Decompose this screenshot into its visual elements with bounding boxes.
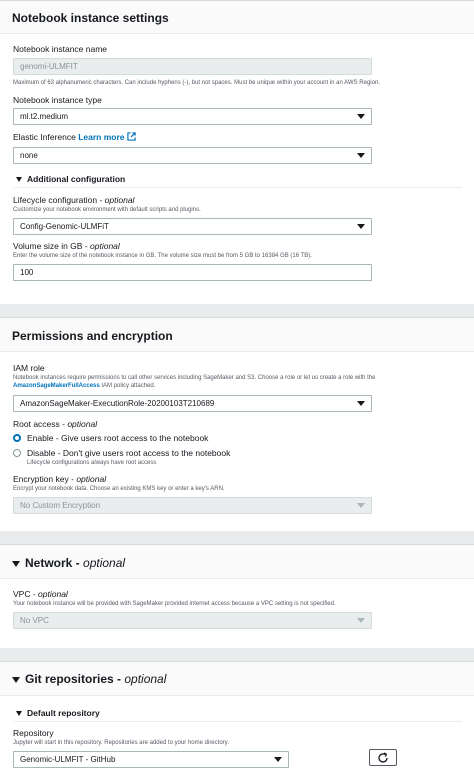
iam-role-select[interactable]: AmazonSageMaker-ExecutionRole-20200103T2… [13, 395, 372, 412]
volume-label: Volume size in GB - optional [13, 241, 120, 251]
volume-optional: optional [90, 241, 120, 251]
repository-label: Repository [13, 728, 54, 738]
instance-type-select[interactable]: ml.t2.medium [13, 108, 372, 125]
vpc-optional: optional [38, 589, 68, 599]
instance-name-input[interactable]: genomi-ULMFIT [13, 58, 372, 75]
caret-down-icon [357, 618, 365, 623]
expand-triangle-icon [16, 177, 22, 183]
permissions-panel: Permissions and encryption IAM role Note… [0, 317, 474, 531]
lifecycle-label-text: Lifecycle configuration - [13, 195, 105, 205]
caret-down-icon [357, 224, 365, 229]
git-header[interactable]: Git repositories - optional [0, 662, 474, 696]
encryption-key-label: Encryption key - optional [13, 474, 106, 484]
additional-configuration-divider [13, 187, 462, 188]
volume-label-text: Volume size in GB - [13, 241, 91, 251]
volume-input[interactable]: 100 [13, 264, 372, 281]
network-title: Network - optional [12, 556, 125, 570]
instance-type-label: Notebook instance type [13, 95, 102, 105]
default-repository-label: Default repository [27, 708, 100, 718]
iam-role-desc-line1: Notebook instances require permissions t… [13, 375, 376, 381]
iam-role-value: AmazonSageMaker-ExecutionRole-20200103T2… [20, 399, 215, 408]
repository-select[interactable]: Genomic-ULMFIT - GitHub [13, 751, 289, 768]
root-enable-radio[interactable] [13, 434, 21, 442]
elastic-inference-text: Elastic Inference [13, 132, 76, 142]
repository-value: Genomic-ULMFIT - GitHub [20, 755, 116, 764]
root-access-label: Root access - optional [13, 419, 97, 429]
learn-more-link[interactable]: Learn more [78, 132, 124, 142]
lifecycle-optional: optional [104, 195, 135, 205]
iam-role-desc-line2: AmazonSageMakerFullAccess IAM policy att… [13, 383, 155, 389]
iam-role-desc-suffix: IAM policy attached. [99, 383, 156, 389]
root-disable-radio[interactable] [13, 449, 21, 457]
encryption-key-desc: Encrypt your notebook data. Choose an ex… [13, 486, 225, 492]
git-optional: optional [124, 672, 167, 686]
lifecycle-select[interactable]: Config-Genomic-ULMFiT [13, 218, 372, 235]
git-title-text: Git repositories - [25, 672, 125, 686]
notebook-settings-title: Notebook instance settings [12, 11, 169, 25]
lifecycle-label: Lifecycle configuration - optional [13, 195, 134, 205]
root-access-optional: optional [67, 419, 98, 429]
instance-type-value: ml.t2.medium [20, 112, 69, 121]
additional-configuration-label: Additional configuration [27, 174, 126, 184]
iam-role-label: IAM role [13, 363, 45, 373]
vpc-label: VPC - optional [13, 589, 68, 599]
notebook-settings-panel: Notebook instance settings Notebook inst… [0, 0, 474, 304]
network-header[interactable]: Network - optional [0, 545, 474, 579]
git-title: Git repositories - optional [12, 672, 166, 686]
encryption-key-select[interactable]: No Custom Encryption [13, 497, 372, 514]
instance-name-hint: Maximum of 63 alphanumeric characters. C… [13, 80, 380, 86]
refresh-icon [378, 752, 388, 763]
lifecycle-desc: Customize your notebook environment with… [13, 207, 201, 213]
full-access-policy-link[interactable]: AmazonSageMakerFullAccess [13, 383, 100, 389]
elastic-inference-value: none [20, 151, 38, 160]
encryption-key-value: No Custom Encryption [20, 501, 101, 510]
permissions-header: Permissions and encryption [0, 318, 474, 352]
default-repository-divider [13, 721, 462, 722]
default-repository-toggle[interactable]: Default repository [16, 708, 100, 718]
lifecycle-value: Config-Genomic-ULMFiT [20, 222, 109, 231]
external-link-icon[interactable] [127, 132, 136, 141]
encryption-key-optional: optional [76, 474, 107, 484]
caret-down-icon [357, 114, 365, 119]
expand-triangle-icon [12, 560, 20, 567]
caret-down-icon [274, 757, 282, 762]
git-panel: Git repositories - optional Default repo… [0, 661, 474, 777]
instance-name-label: Notebook instance name [13, 44, 108, 54]
vpc-desc: Your notebook instance will be provided … [13, 601, 336, 607]
notebook-settings-header: Notebook instance settings [0, 1, 474, 34]
root-disable-desc: Lifecycle configurations always have roo… [27, 460, 157, 466]
vpc-value: No VPC [20, 616, 49, 625]
refresh-button[interactable] [369, 749, 397, 766]
root-enable-label[interactable]: Enable - Give users root access to the n… [27, 433, 208, 443]
caret-down-icon [357, 401, 365, 406]
volume-desc: Enter the volume size of the notebook in… [13, 253, 312, 259]
elastic-inference-label: Elastic Inference Learn more [13, 132, 136, 142]
elastic-inference-select[interactable]: none [13, 147, 372, 164]
network-panel: Network - optional VPC - optional Your n… [0, 544, 474, 648]
root-access-label-text: Root access - [13, 419, 68, 429]
network-title-text: Network - [25, 556, 84, 570]
vpc-select[interactable]: No VPC [13, 612, 372, 629]
permissions-title: Permissions and encryption [12, 329, 173, 343]
root-disable-label[interactable]: Disable - Don't give users root access t… [27, 448, 230, 458]
repository-desc: Jupyter will start in this repository. R… [13, 740, 229, 746]
caret-down-icon [357, 153, 365, 158]
vpc-label-text: VPC - [13, 589, 39, 599]
caret-down-icon [357, 503, 365, 508]
expand-triangle-icon [12, 676, 20, 683]
expand-triangle-icon [16, 711, 22, 717]
encryption-key-label-text: Encryption key - [13, 474, 77, 484]
additional-configuration-toggle[interactable]: Additional configuration [16, 174, 125, 184]
network-optional: optional [83, 556, 126, 570]
